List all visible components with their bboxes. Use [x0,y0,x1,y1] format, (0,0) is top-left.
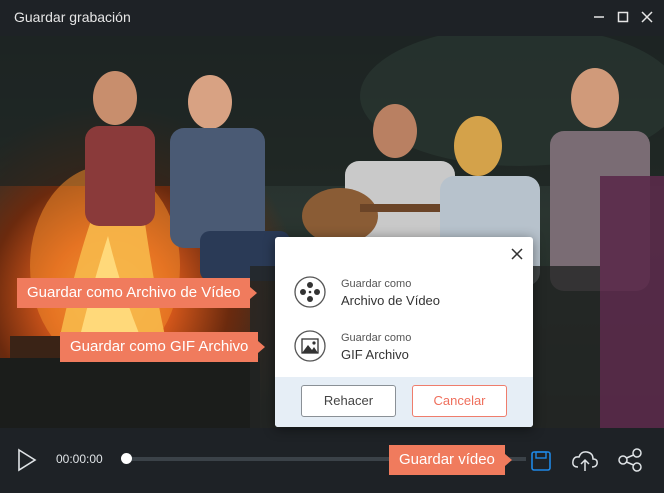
callout-arrow [258,341,266,353]
callout-save-gif-file: Guardar como GIF Archivo [60,332,266,362]
callout-label: Guardar como GIF Archivo [70,338,249,355]
player-controls: 00:00:00 [0,428,664,493]
save-options-dialog: Guardar como Archivo de Vídeo Guardar co… [275,237,533,427]
progress-handle[interactable] [121,453,132,464]
callout-label: Guardar vídeo [399,451,495,468]
redo-button[interactable]: Rehacer [301,385,396,417]
callout-arrow [504,454,512,466]
minimize-icon[interactable] [592,10,606,24]
dialog-footer: Rehacer Cancelar [275,377,533,427]
option-subtitle: Guardar como [341,332,412,344]
title-bar: Guardar grabación [0,0,664,36]
save-as-gif-option[interactable]: Guardar como GIF Archivo [293,329,513,367]
option-title: GIF Archivo [341,347,409,362]
share-icon[interactable] [615,445,645,475]
callout-save-video-file: Guardar como Archivo de Vídeo [17,278,258,308]
option-title: Archivo de Vídeo [341,293,441,308]
close-icon[interactable] [640,10,654,24]
callout-arrow [250,287,258,299]
callout-label: Guardar como Archivo de Vídeo [27,284,241,301]
option-subtitle: Guardar como [341,278,412,290]
play-icon[interactable] [16,448,38,472]
gif-image-icon [293,329,327,363]
callout-save-video: Guardar vídeo [389,445,512,475]
save-as-video-option[interactable]: Guardar como Archivo de Vídeo [293,275,513,313]
upload-cloud-icon[interactable] [570,445,600,475]
save-icon[interactable] [527,445,557,475]
film-reel-icon [293,275,327,309]
maximize-icon[interactable] [616,10,630,24]
cancel-button[interactable]: Cancelar [412,385,507,417]
dialog-close-icon[interactable] [510,247,524,261]
time-readout: 00:00:00 [56,452,103,466]
window-title: Guardar grabación [14,9,131,25]
